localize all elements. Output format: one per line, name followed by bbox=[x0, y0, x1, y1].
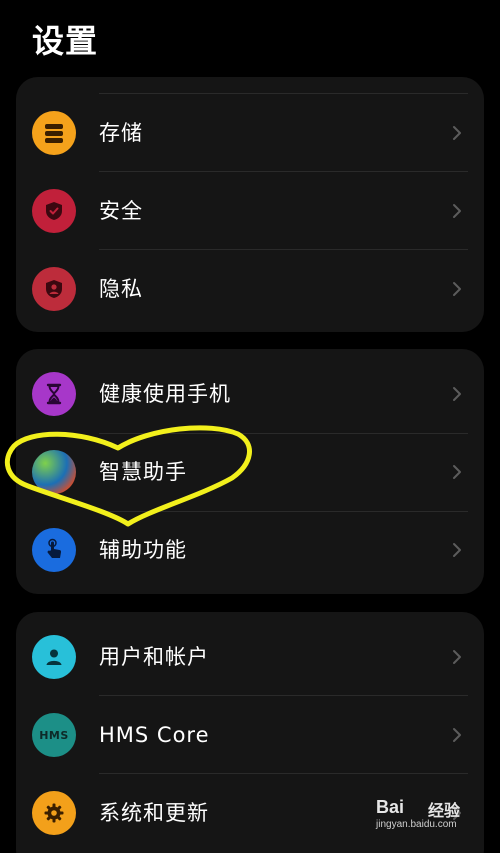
user-icon bbox=[32, 635, 76, 679]
page-title: 设置 bbox=[32, 22, 99, 60]
settings-item-label: 智慧助手 bbox=[99, 460, 187, 484]
settings-item-hms-core[interactable]: HMS HMS Core bbox=[16, 696, 484, 774]
settings-item-users-accounts[interactable]: 用户和帐户 bbox=[16, 618, 484, 696]
settings-item-label: 安全 bbox=[99, 199, 143, 223]
storage-icon bbox=[32, 111, 76, 155]
settings-item-digital-balance[interactable]: 健康使用手机 bbox=[16, 355, 484, 433]
settings-item-security[interactable]: 安全 bbox=[16, 172, 484, 250]
settings-item-label: 辅助功能 bbox=[99, 538, 187, 562]
shield-check-icon bbox=[32, 189, 76, 233]
settings-group-2: 健康使用手机 智慧助手 辅助功能 bbox=[16, 349, 484, 594]
settings-item-label: 系统和更新 bbox=[99, 801, 209, 825]
watermark-title: 经验 bbox=[428, 801, 461, 820]
settings-group-1: 存储 安全 隐私 bbox=[16, 77, 484, 332]
privacy-shield-icon bbox=[32, 267, 76, 311]
watermark-brand: Bai bbox=[376, 797, 405, 817]
chevron-right-icon bbox=[453, 728, 461, 742]
settings-item-label: 存储 bbox=[99, 121, 143, 145]
hourglass-icon bbox=[32, 372, 76, 416]
settings-item-label: HMS Core bbox=[99, 723, 210, 747]
settings-item-label: 用户和帐户 bbox=[99, 645, 209, 669]
settings-item-label: 隐私 bbox=[99, 277, 143, 301]
assistant-icon bbox=[32, 450, 76, 494]
settings-item-privacy[interactable]: 隐私 bbox=[16, 250, 484, 328]
settings-item-smart-assistant[interactable]: 智慧助手 bbox=[16, 433, 484, 511]
chevron-right-icon bbox=[453, 387, 461, 401]
chevron-right-icon bbox=[453, 543, 461, 557]
chevron-right-icon bbox=[453, 650, 461, 664]
settings-item-accessibility[interactable]: 辅助功能 bbox=[16, 511, 484, 589]
chevron-right-icon bbox=[453, 126, 461, 140]
chevron-right-icon bbox=[453, 282, 461, 296]
settings-item-label: 健康使用手机 bbox=[99, 382, 231, 406]
gear-icon bbox=[32, 791, 76, 835]
settings-item-storage[interactable]: 存储 bbox=[16, 94, 484, 172]
hms-icon: HMS bbox=[32, 713, 76, 757]
chevron-right-icon bbox=[453, 204, 461, 218]
chevron-right-icon bbox=[453, 465, 461, 479]
watermark-url: jingyan.baidu.com bbox=[376, 819, 457, 830]
hand-pointer-icon bbox=[32, 528, 76, 572]
baidu-watermark: Bai 经验 jingyan.baidu.com bbox=[376, 797, 470, 837]
